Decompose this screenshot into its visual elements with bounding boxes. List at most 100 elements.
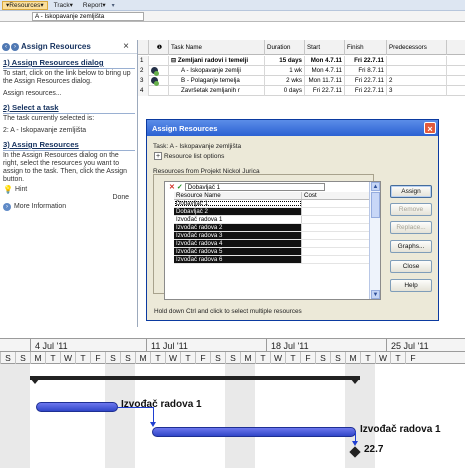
resource-cost [302, 208, 371, 215]
resource-row[interactable]: Izvođač radova 5 [174, 248, 371, 256]
table-row[interactable]: 1 ⊟ Zemljani radovi i temelji 15 days Mo… [138, 55, 465, 66]
scroll-thumb[interactable] [371, 192, 380, 218]
day-label: T [360, 352, 375, 364]
resource-name: Dobavljač 1 [174, 200, 302, 207]
week-label: 25 Jul '11 [386, 339, 465, 353]
resources-menu[interactable]: ▾ Resources ▾ [2, 0, 48, 10]
duration-cell[interactable]: 2 wks [265, 75, 305, 86]
task-name-cell[interactable]: Završetak zemljanih r [169, 85, 265, 96]
duration-cell[interactable]: 15 days [265, 55, 305, 66]
plus-icon: + [154, 152, 162, 160]
cancel-edit-icon[interactable]: ✕ [169, 183, 175, 191]
back-icon[interactable]: ‹ [2, 42, 10, 51]
remove-button[interactable]: Remove [390, 203, 432, 216]
task-name-header[interactable]: Task Name [169, 40, 265, 55]
day-label: M [345, 352, 360, 364]
finish-cell[interactable]: Fri 22.7.11 [345, 55, 387, 66]
finish-cell[interactable]: Fri 22.7.11 [345, 75, 387, 86]
day-label: S [105, 352, 120, 364]
resource-row[interactable]: Izvođač radova 4 [174, 240, 371, 248]
resource-row[interactable]: Izvođač radova 6 [174, 256, 371, 264]
toolbar-options-icon[interactable]: ▾ [112, 2, 115, 9]
resource-assigned-icon [151, 67, 159, 76]
resource-row[interactable]: Dobavljač 2 [174, 208, 371, 216]
finish-cell[interactable]: Fri 8.7.11 [345, 65, 387, 76]
grid-header-select-all[interactable] [138, 40, 149, 55]
dependency-arrow-icon [352, 441, 358, 446]
start-cell[interactable]: Fri 22.7.11 [305, 85, 345, 96]
resource-row[interactable]: Izvođač radova 2 [174, 224, 371, 232]
predecessors-cell[interactable] [387, 65, 447, 76]
help-button[interactable]: Help [390, 279, 432, 292]
table-row[interactable]: 4 Završetak zemljanih r 0 days Fri 22.7.… [138, 85, 465, 96]
row-number[interactable]: 1 [138, 55, 149, 66]
day-label: T [285, 352, 300, 364]
report-menu[interactable]: Report ▾ [79, 1, 110, 10]
hint-link[interactable]: 💡 Hint [3, 186, 135, 194]
finish-cell[interactable]: Fri 22.7.11 [345, 85, 387, 96]
task-bar-b[interactable] [152, 427, 356, 437]
section1-divider [3, 68, 135, 69]
project-top-panel: ▾ Resources ▾ Track ▾ Report ▾ ▾ A - Isk… [0, 0, 465, 327]
resource-list-options-toggle[interactable]: + Resource list options [154, 152, 224, 160]
start-cell[interactable]: Mon 4.7.11 [305, 65, 345, 76]
day-label: S [0, 352, 15, 364]
more-information-link[interactable]: › More Information [3, 203, 135, 211]
predecessors-cell[interactable] [387, 55, 447, 66]
finish-header[interactable]: Finish [345, 40, 387, 55]
resource-row[interactable]: Izvođač radova 3 [174, 232, 371, 240]
start-cell[interactable]: Mon 4.7.11 [305, 55, 345, 66]
done-link[interactable]: Done [3, 194, 129, 202]
scroll-up-icon[interactable]: ▲ [371, 182, 380, 191]
predecessors-cell[interactable]: 2 [387, 75, 447, 86]
close-icon[interactable]: × [424, 122, 436, 134]
track-menu[interactable]: Track ▾ [50, 1, 77, 10]
info-column-header[interactable]: ❶ [149, 40, 169, 55]
graphs-button[interactable]: Graphs... [390, 240, 432, 253]
close-button[interactable]: Close [390, 260, 432, 273]
week-label: 18 Jul '11 [266, 339, 386, 353]
summary-task-bar[interactable] [30, 376, 360, 380]
pane-header: ‹ › Assign Resources × [0, 40, 137, 54]
assign-button[interactable]: Assign [390, 185, 432, 198]
confirm-edit-icon[interactable]: ✓ [177, 183, 183, 191]
start-cell[interactable]: Mon 11.7.11 [305, 75, 345, 86]
scroll-down-icon[interactable]: ▼ [371, 290, 380, 299]
chevron-down-icon: ▾ [69, 2, 73, 9]
resource-cost [302, 224, 371, 231]
duration-header[interactable]: Duration [265, 40, 305, 55]
day-label: S [15, 352, 30, 364]
table-row[interactable]: 3 B - Polaganje temelja 2 wks Mon 11.7.1… [138, 75, 465, 86]
task-bar-a[interactable] [36, 402, 118, 412]
row-number[interactable]: 2 [138, 65, 149, 76]
forward-icon[interactable]: › [11, 42, 19, 51]
resource-row[interactable]: Dobavljač 1 [174, 200, 371, 208]
resource-list-scrollbar[interactable]: ▲ ▼ [369, 182, 380, 299]
resource-edit-field[interactable]: Dobavljač 1 [184, 183, 325, 191]
task-name-cell[interactable]: ⊟ Zemljani radovi i temelji [169, 55, 265, 66]
resource-list[interactable]: ✕ ✓ Dobavljač 1 Resource Name Cost Dobav… [164, 181, 381, 300]
entry-field[interactable]: A - Iskopavanje zemljišta [32, 12, 144, 21]
start-header[interactable]: Start [305, 40, 345, 55]
replace-button[interactable]: Replace... [390, 221, 432, 234]
duration-cell[interactable]: 1 wk [265, 65, 305, 76]
resource-name-header[interactable]: Resource Name [174, 192, 302, 199]
task-name-cell[interactable]: A - Iskopavanje zemlji [169, 65, 265, 76]
resource-cost [302, 248, 371, 255]
cost-header[interactable]: Cost [302, 192, 371, 199]
task-name-cell[interactable]: B - Polaganje temelja [169, 75, 265, 86]
row-number[interactable]: 3 [138, 75, 149, 86]
resource-name: Izvođač radova 2 [174, 224, 302, 231]
dialog-titlebar[interactable]: Assign Resources × [147, 120, 438, 136]
predecessors-header[interactable]: Predecessors [387, 40, 447, 55]
predecessors-cell[interactable]: 3 [387, 85, 447, 96]
duration-cell[interactable]: 0 days [265, 85, 305, 96]
row-number[interactable]: 4 [138, 85, 149, 96]
pane-title: Assign Resources [21, 42, 91, 51]
table-row[interactable]: 2 A - Iskopavanje zemlji 1 wk Mon 4.7.11… [138, 65, 465, 76]
ms-project-window: ▾ Resources ▾ Track ▾ Report ▾ ▾ A - Isk… [0, 0, 465, 468]
close-icon[interactable]: × [123, 41, 129, 52]
resource-row[interactable]: Izvođač radova 1 [174, 216, 371, 224]
day-label: T [180, 352, 195, 364]
assign-resources-link[interactable]: Assign resources... [3, 90, 135, 98]
